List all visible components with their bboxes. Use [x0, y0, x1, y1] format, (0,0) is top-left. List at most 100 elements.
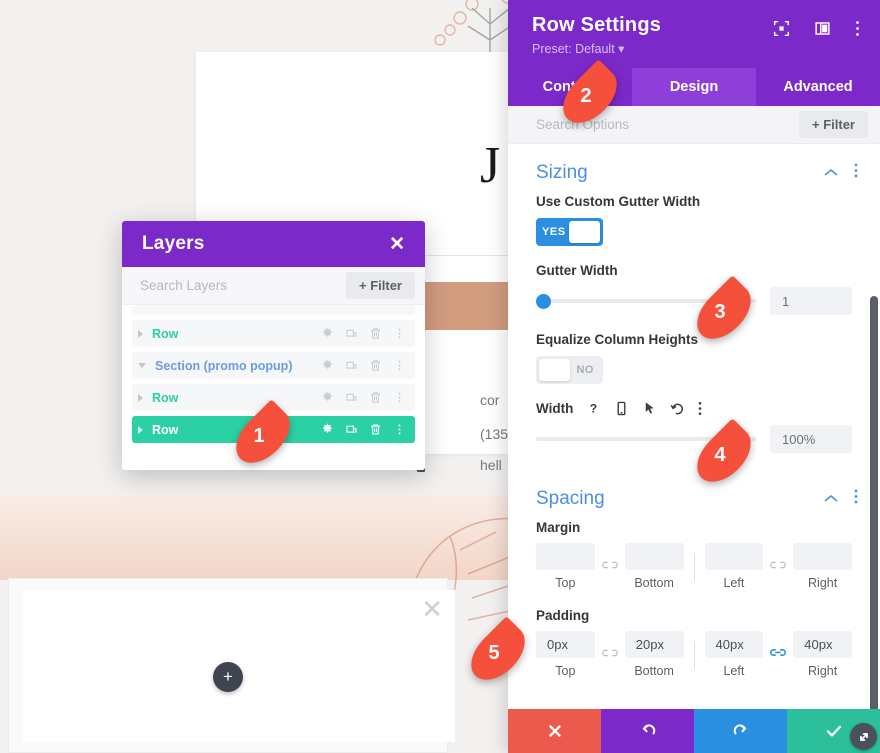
gear-icon[interactable] — [321, 359, 334, 372]
padding-divider — [693, 640, 695, 669]
list-item[interactable]: Section (promo popup) — [132, 352, 415, 379]
options-filter-button[interactable]: + Filter — [799, 111, 868, 138]
settings-body: Sizing Use Custom Gutter Width YES Gutte… — [508, 144, 880, 709]
margin-left-input[interactable] — [704, 543, 764, 570]
chevron-up-icon[interactable] — [824, 490, 838, 508]
search-layers-input[interactable]: Search Layers — [140, 278, 227, 293]
kebab-menu-icon[interactable] — [855, 20, 860, 37]
trash-icon[interactable] — [369, 327, 382, 340]
margin-right-caption: Right — [808, 576, 838, 590]
reset-icon[interactable] — [670, 401, 685, 416]
padding-top-caption: Top — [555, 664, 576, 678]
padding-top-input[interactable]: 0px — [536, 631, 595, 658]
settings-header-actions — [773, 20, 860, 37]
body-text-line-1: cor — [480, 392, 500, 408]
add-module-button[interactable]: + — [213, 662, 243, 692]
help-icon[interactable]: ? — [586, 401, 601, 416]
layers-filter-button[interactable]: + Filter — [346, 272, 415, 299]
kebab-menu-icon[interactable] — [393, 359, 406, 372]
trash-icon[interactable] — [369, 359, 382, 372]
field-equalize-column-heights: Equalize Column Heights NO — [508, 332, 880, 384]
list-item-selected[interactable]: Row — [132, 416, 415, 443]
section-header-spacing[interactable]: Spacing — [508, 470, 880, 520]
gear-icon[interactable] — [321, 327, 334, 340]
undo-button[interactable] — [601, 709, 694, 753]
redo-button[interactable] — [694, 709, 787, 753]
padding-horizontal-pair: 40px Left 40px Right — [704, 631, 852, 678]
trash-icon[interactable] — [369, 423, 382, 436]
gutter-width-value[interactable]: 1 — [770, 287, 852, 315]
settings-scrollbar[interactable] — [870, 296, 878, 709]
section-header-sizing[interactable]: Sizing — [508, 144, 880, 194]
padding-link-horizontal-icon[interactable] — [763, 646, 793, 664]
section-controls — [824, 489, 858, 509]
margin-vertical-pair: Top Bottom — [536, 543, 684, 590]
kebab-menu-icon[interactable] — [854, 489, 858, 509]
margin-group: Margin Top Bottom Left Right — [508, 520, 880, 590]
chevron-up-icon[interactable] — [824, 164, 838, 182]
trash-icon[interactable] — [369, 391, 382, 404]
row-settings-panel: Row Settings Preset: Default ▾ Content D… — [508, 0, 880, 753]
search-options-input[interactable]: Search Options — [536, 117, 629, 132]
kebab-menu-icon[interactable] — [698, 401, 702, 416]
gear-icon[interactable] — [321, 423, 334, 436]
hero-heading: J — [480, 137, 501, 194]
margin-right-input[interactable] — [793, 543, 852, 570]
tab-content[interactable]: Content — [508, 68, 632, 106]
kebab-menu-icon[interactable] — [854, 163, 858, 183]
list-item-label: Row — [152, 390, 179, 405]
cursor-icon[interactable] — [642, 401, 657, 416]
tab-design[interactable]: Design — [632, 68, 756, 106]
chevron-right-icon[interactable] — [138, 393, 143, 402]
padding-left-input[interactable]: 40px — [704, 631, 764, 658]
popup-close-icon[interactable]: ✕ — [421, 596, 443, 622]
gutter-width-slider[interactable] — [535, 290, 756, 312]
list-item[interactable]: Row — [132, 320, 415, 347]
margin-bottom-input[interactable] — [624, 543, 684, 570]
list-item[interactable]: Row — [132, 384, 415, 411]
svg-text:?: ? — [590, 401, 597, 415]
width-slider[interactable] — [536, 428, 756, 450]
padding-link-vertical-icon[interactable] — [595, 646, 625, 664]
resize-handle[interactable] — [850, 723, 877, 750]
custom-gutter-toggle[interactable]: YES — [536, 218, 603, 246]
padding-vertical-pair: 0px Top 20px Bottom — [536, 631, 684, 678]
options-search-bar: Search Options + Filter — [508, 106, 880, 144]
chevron-right-icon[interactable] — [138, 329, 143, 338]
duplicate-icon[interactable] — [345, 391, 358, 404]
margin-top-caption: Top — [555, 576, 576, 590]
settings-tabs: Content Design Advanced — [508, 68, 880, 106]
field-use-custom-gutter-width: Use Custom Gutter Width YES — [508, 194, 880, 246]
tab-advanced[interactable]: Advanced — [756, 68, 880, 106]
preset-selector[interactable]: Preset: Default ▾ — [532, 41, 862, 56]
duplicate-icon[interactable] — [345, 423, 358, 436]
field-label: Use Custom Gutter Width — [536, 194, 701, 209]
kebab-menu-icon[interactable] — [393, 391, 406, 404]
chevron-right-icon[interactable] — [138, 425, 143, 434]
width-value[interactable]: 100% — [770, 425, 852, 453]
layout-panel-icon[interactable] — [814, 20, 831, 37]
field-label: Equalize Column Heights — [536, 332, 699, 347]
row-actions — [321, 391, 406, 404]
cancel-button[interactable] — [508, 709, 601, 753]
padding-bottom-input[interactable]: 20px — [624, 631, 684, 658]
equalize-toggle[interactable]: NO — [536, 356, 603, 384]
duplicate-icon[interactable] — [345, 327, 358, 340]
mobile-icon[interactable] — [614, 401, 629, 416]
margin-link-vertical-icon[interactable] — [595, 558, 625, 576]
margin-link-horizontal-icon[interactable] — [763, 558, 793, 576]
margin-top-input[interactable] — [536, 543, 595, 570]
chevron-down-icon[interactable] — [138, 363, 146, 368]
field-gutter-width: Gutter Width 1 — [508, 263, 880, 315]
slider-handle[interactable] — [535, 293, 551, 309]
toggle-value: YES — [542, 226, 566, 238]
list-item-label: Row — [152, 422, 179, 437]
kebab-menu-icon[interactable] — [393, 423, 406, 436]
duplicate-icon[interactable] — [345, 359, 358, 372]
close-icon[interactable]: ✕ — [389, 235, 405, 254]
gear-icon[interactable] — [321, 391, 334, 404]
kebab-menu-icon[interactable] — [393, 327, 406, 340]
margin-bottom-caption: Bottom — [634, 576, 674, 590]
focus-target-icon[interactable] — [773, 20, 790, 37]
padding-right-input[interactable]: 40px — [793, 631, 852, 658]
